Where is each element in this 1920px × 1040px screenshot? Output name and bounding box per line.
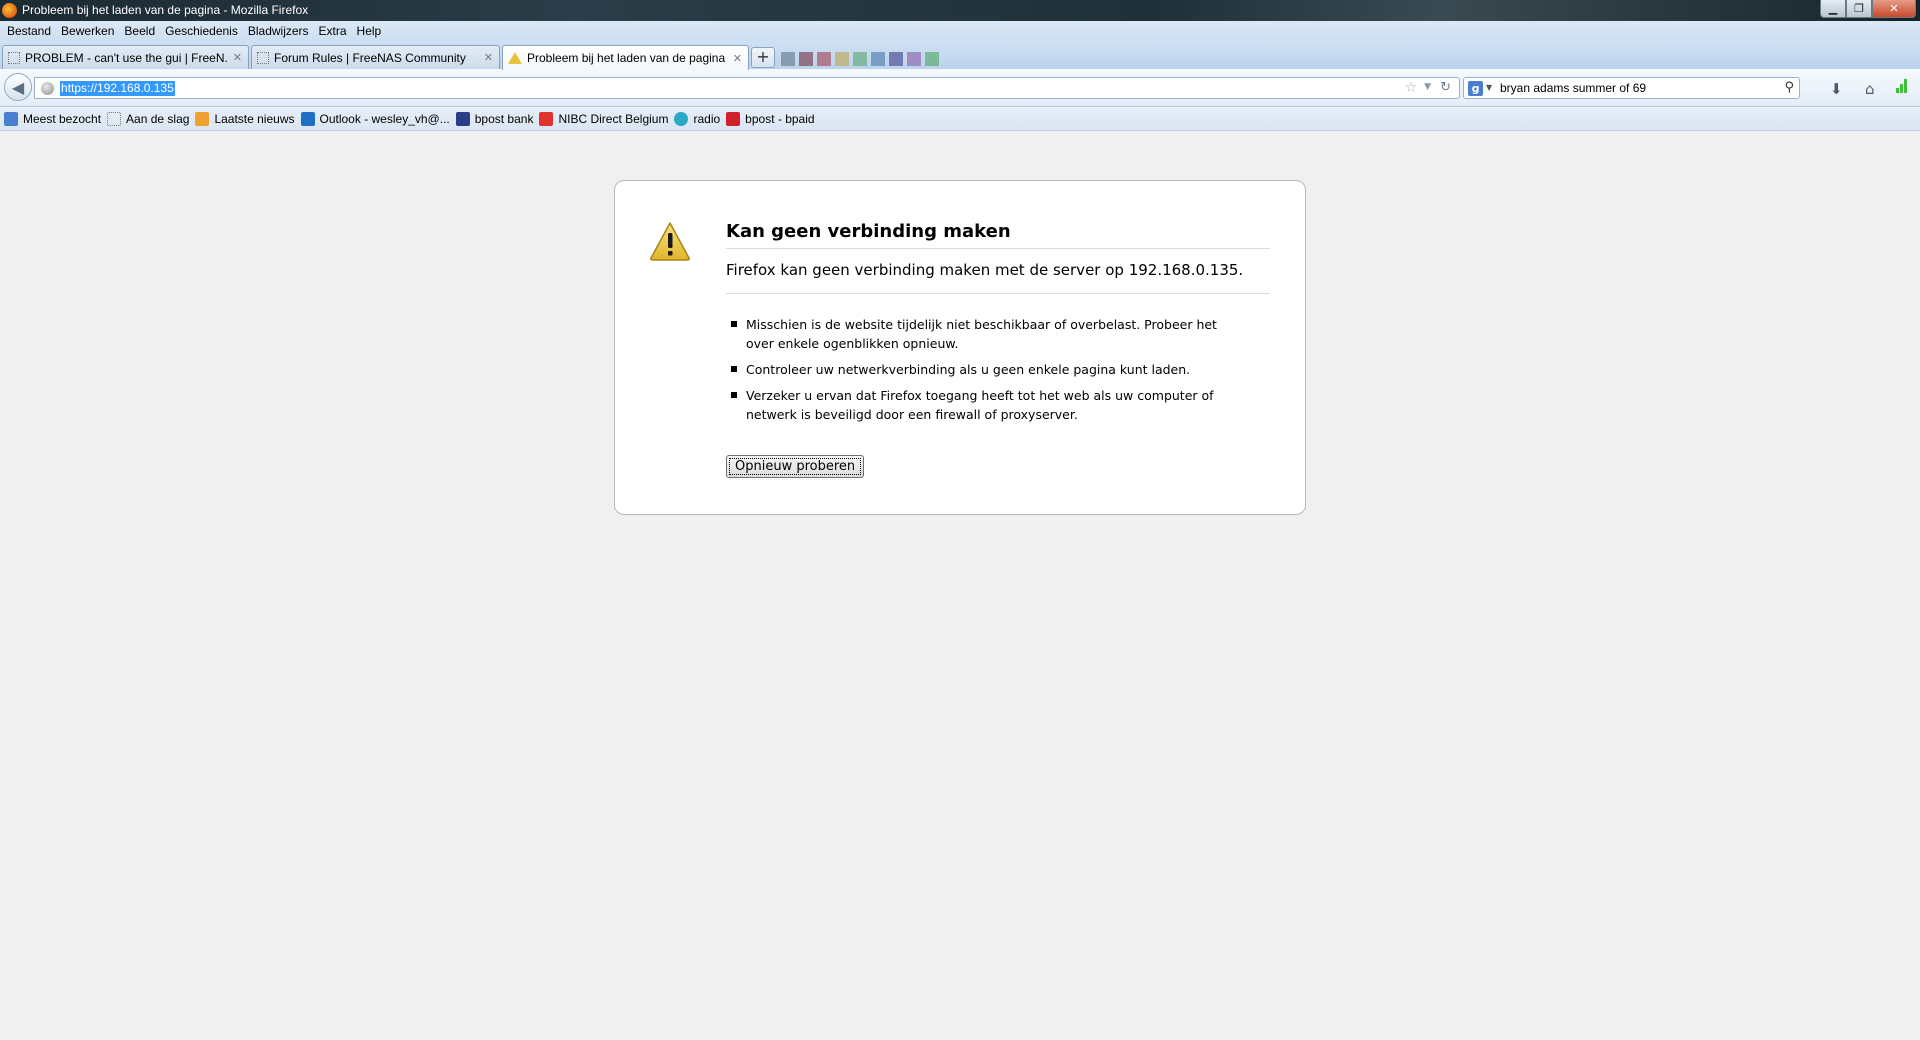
bookmark-laatste-nieuws[interactable]: Laatste nieuws (195, 111, 295, 126)
page-icon (257, 51, 269, 64)
swatch (871, 52, 885, 66)
firefox-logo-icon (2, 3, 17, 18)
bookmark-label: bpost - bpaid (745, 111, 815, 126)
title-bar: Probleem bij het laden van de pagina - M… (0, 0, 1920, 21)
minimize-button[interactable]: ▁ (1820, 0, 1846, 18)
error-description: Firefox kan geen verbinding maken met de… (726, 261, 1270, 294)
signal-icon (1896, 79, 1908, 93)
menu-bladwijzers[interactable]: Bladwijzers (243, 24, 314, 38)
bookmark-label: Outlook - wesley_vh@... (319, 111, 450, 126)
swatch (907, 52, 921, 66)
error-box: Kan geen verbinding maken Firefox kan ge… (614, 180, 1306, 515)
bookmark-bpost-bpaid[interactable]: bpost - bpaid (726, 111, 815, 126)
list-item: Controleer uw netwerkverbinding als u ge… (726, 360, 1226, 379)
search-bar[interactable]: g ▼ bryan adams summer of 69 ⚲ (1463, 77, 1800, 99)
bookmark-nibc[interactable]: NIBC Direct Belgium (539, 111, 669, 126)
search-input[interactable]: bryan adams summer of 69 (1500, 81, 1646, 95)
swatch (853, 52, 867, 66)
tab-strip: PROBLEM - can't use the gui | FreeN... ✕… (0, 41, 1920, 70)
bookmark-star-icon[interactable]: ☆ (1404, 80, 1417, 96)
tab-label: PROBLEM - can't use the gui | FreeN... (25, 50, 227, 65)
bookmark-label: bpost bank (474, 111, 534, 126)
list-item: Misschien is de website tijdelijk niet b… (726, 315, 1226, 353)
error-suggestions: Misschien is de website tijdelijk niet b… (726, 315, 1226, 431)
outlook-icon (300, 111, 315, 126)
nibc-icon (539, 111, 554, 126)
window-controls: ▁ ❐ ✕ (1820, 0, 1916, 19)
bookmark-bpost-bank[interactable]: bpost bank (455, 111, 534, 126)
bookmark-meest-bezocht[interactable]: Meest bezocht (4, 111, 102, 126)
home-icon[interactable]: ⌂ (1865, 80, 1875, 98)
list-item: Verzeker u ervan dat Firefox toegang hee… (726, 386, 1226, 424)
swatch (799, 52, 813, 66)
bookmark-label: Laatste nieuws (214, 111, 295, 126)
bookmark-label: Meest bezocht (23, 111, 102, 126)
download-icon[interactable]: ⬇ (1830, 80, 1843, 98)
history-dropdown-icon[interactable]: ▼ (1424, 82, 1431, 92)
error-title: Kan geen verbinding maken (726, 221, 1270, 249)
tab-forum-rules[interactable]: Forum Rules | FreeNAS Community ✕ (251, 45, 500, 69)
bookmark-label: radio (693, 111, 721, 126)
bookmark-radio[interactable]: radio (674, 111, 721, 126)
window-title: Probleem bij het laden van de pagina - M… (22, 3, 309, 17)
menu-bewerken[interactable]: Bewerken (56, 24, 119, 38)
tab-groups-strip (781, 52, 943, 66)
bpost-bank-icon (455, 111, 470, 126)
url-text[interactable]: https://192.168.0.135 (60, 81, 175, 96)
bpost-icon (726, 111, 741, 126)
navigation-bar: ◀ https://192.168.0.135 ☆ ▼ ↻ g ▼ bryan … (0, 69, 1920, 107)
swatch (835, 52, 849, 66)
menu-geschiedenis[interactable]: Geschiedenis (160, 24, 243, 38)
bookmarks-toolbar: Meest bezocht Aan de slag Laatste nieuws… (0, 107, 1920, 131)
swatch (817, 52, 831, 66)
tab-label: Probleem bij het laden van de pagina (527, 51, 726, 65)
warning-icon (650, 222, 690, 261)
swatch (889, 52, 903, 66)
bookmark-label: Aan de slag (126, 111, 190, 126)
tab-error-page[interactable]: Probleem bij het laden van de pagina ✕ (502, 45, 749, 70)
back-button[interactable]: ◀ (4, 73, 32, 101)
bookmark-outlook[interactable]: Outlook - wesley_vh@... (300, 111, 450, 126)
url-bar[interactable]: https://192.168.0.135 ☆ ▼ ↻ (34, 77, 1460, 99)
engine-dropdown-icon[interactable]: ▼ (1486, 83, 1492, 92)
reload-icon[interactable]: ↻ (1440, 80, 1451, 95)
close-icon[interactable]: ✕ (484, 51, 493, 64)
tab-problem-gui[interactable]: PROBLEM - can't use the gui | FreeN... ✕ (2, 45, 249, 69)
swatch (925, 52, 939, 66)
page-icon (8, 51, 20, 64)
bookmark-aan-de-slag[interactable]: Aan de slag (107, 111, 190, 126)
google-engine-icon[interactable]: g (1468, 81, 1483, 96)
back-arrow-icon: ◀ (11, 77, 25, 97)
site-identity-icon[interactable] (41, 82, 54, 95)
swatch (781, 52, 795, 66)
close-icon[interactable]: ✕ (733, 52, 742, 65)
menu-beeld[interactable]: Beeld (119, 24, 160, 38)
retry-button[interactable]: Opnieuw proberen (726, 455, 865, 478)
radio-icon (674, 111, 689, 126)
close-window-button[interactable]: ✕ (1872, 0, 1916, 18)
close-icon[interactable]: ✕ (233, 51, 242, 64)
most-visited-icon (4, 111, 18, 126)
page-icon (107, 111, 122, 126)
menu-bestand[interactable]: Bestand (2, 24, 56, 38)
rss-icon (195, 111, 210, 126)
menu-help[interactable]: Help (352, 24, 387, 38)
menu-bar: Bestand Bewerken Beeld Geschiedenis Blad… (0, 21, 1920, 41)
menu-extra[interactable]: Extra (314, 24, 352, 38)
search-icon[interactable]: ⚲ (1784, 80, 1794, 95)
new-tab-button[interactable]: + (751, 47, 775, 68)
tab-label: Forum Rules | FreeNAS Community (274, 50, 466, 65)
warning-icon (508, 52, 522, 64)
bookmark-label: NIBC Direct Belgium (558, 111, 669, 126)
maximize-button[interactable]: ❐ (1846, 0, 1872, 18)
